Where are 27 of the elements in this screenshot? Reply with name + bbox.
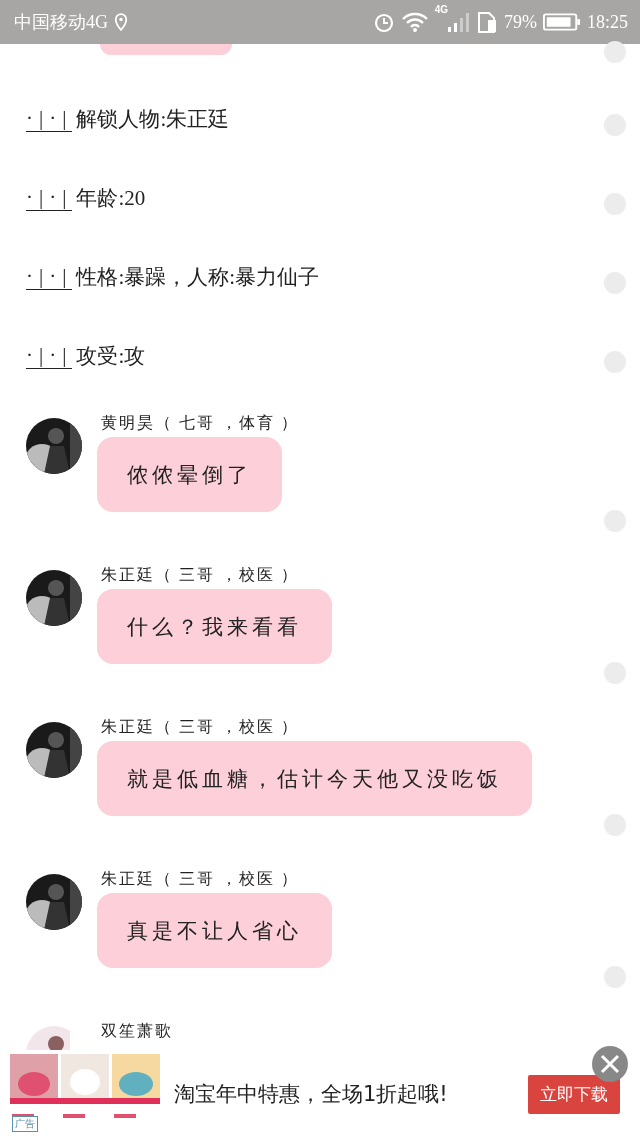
battery-percent: 79%: [504, 11, 537, 33]
sender-name: 黄明昊（ 七哥 ，体育 ）: [101, 413, 299, 433]
signal-icon: [446, 11, 470, 33]
clock-text: 18:25: [587, 11, 628, 33]
message-bubble: 就是低血糖，估计今天他又没吃饭: [97, 741, 532, 816]
status-dot: [604, 41, 626, 63]
ad-label: 广告: [12, 1116, 38, 1132]
sender-name: 朱正廷（ 三哥 ，校医 ）: [101, 869, 299, 889]
close-icon[interactable]: [592, 1046, 628, 1082]
ad-headline: 淘宝年中特惠，全场1折起哦!: [174, 1081, 449, 1108]
network-text: 4G: [434, 4, 448, 15]
alarm-icon: [372, 11, 395, 33]
narration-text: 攻受:攻: [76, 342, 146, 370]
sender-name: 朱正廷（ 三哥 ，校医 ）: [101, 565, 299, 585]
sender-name: 双笙萧歌: [101, 1021, 173, 1041]
message-bubble: 侬侬晕倒了: [97, 437, 282, 512]
narration-text: 年龄:20: [76, 184, 146, 212]
narration-text: 解锁人物:朱正廷: [76, 105, 230, 133]
message-bubble: 什么？我来看看: [97, 589, 332, 664]
sender-name: 朱正廷（ 三哥 ，校医 ）: [101, 717, 299, 737]
wifi-icon: [400, 11, 429, 33]
narration-text: 性格:暴躁，人称:暴力仙子: [76, 263, 320, 291]
message-bubble: 真是不让人省心: [97, 893, 332, 968]
carrier-text: 中国移动4G: [14, 11, 108, 34]
download-button[interactable]: 立即下载: [528, 1074, 620, 1114]
location-icon: [114, 13, 128, 31]
battery-icon: [543, 12, 581, 32]
